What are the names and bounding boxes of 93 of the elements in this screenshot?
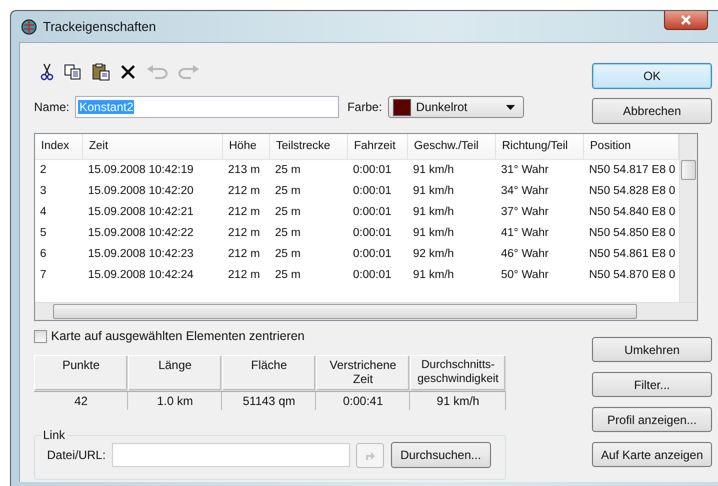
action-button[interactable]: Profil anzeigen... <box>592 407 712 432</box>
selected-text: Konstant2 <box>78 100 134 114</box>
summary-value: 51143 qm <box>222 391 316 410</box>
dropdown-arrow-icon <box>506 104 516 110</box>
table-cell-text: 2 <box>39 163 48 178</box>
checkbox[interactable] <box>34 330 47 342</box>
copy-icon[interactable] <box>64 64 82 80</box>
table-cell-text: 15.09.2008 10:42:20 <box>87 184 195 199</box>
table-cell-text: N50 54.828 E8 0 <box>588 184 676 199</box>
table-cell-text: 0:00:01 <box>352 163 392 178</box>
summary-header: Punkte <box>34 355 128 391</box>
summary-value: 0:00:41 <box>316 391 410 410</box>
table-cell-text: 25 m <box>274 163 302 178</box>
table-cell-text: 25 m <box>274 184 302 199</box>
table-cell-text: 15.09.2008 10:42:22 <box>87 226 195 241</box>
delete-icon[interactable] <box>120 64 136 80</box>
column-header[interactable]: Richtung/Teil <box>496 134 584 159</box>
table-cell-text: 15.09.2008 10:42:19 <box>87 163 195 178</box>
summary-header: Durchschnitts-geschwindigkeit <box>410 355 506 391</box>
table-cell-text: 25 m <box>274 247 302 262</box>
table-cell-text: N50 54.817 E8 0 <box>588 163 676 178</box>
color-label: Farbe: <box>347 100 382 114</box>
close-button[interactable] <box>664 11 708 30</box>
table-cell-text: 212 m <box>227 226 261 241</box>
table-cell-text: 0:00:01 <box>352 226 392 241</box>
table-cell-text: 0:00:01 <box>352 247 392 262</box>
table-cell-text: 92 km/h <box>412 247 455 262</box>
ok-button[interactable]: OK <box>592 63 712 89</box>
table-cell-text: 212 m <box>227 184 261 199</box>
column-header[interactable]: Teilstrecke <box>270 134 348 159</box>
column-header[interactable]: Fahrzeit <box>348 134 408 159</box>
summary-header: Länge <box>128 355 222 391</box>
group-title: Link <box>42 428 66 442</box>
table-cell-text: 34° Wahr <box>500 184 550 199</box>
table-cell-text: 212 m <box>227 268 261 283</box>
column-header[interactable]: Zeit <box>83 134 223 159</box>
table-cell-text: 31° Wahr <box>500 163 550 178</box>
table-cell-text: N50 54.870 E8 0 <box>588 268 676 283</box>
checkbox-label[interactable]: Karte auf ausgewählten Elementen zentrieren <box>51 329 305 343</box>
table-cell-text: 7 <box>39 268 48 283</box>
column-header[interactable]: Höhe <box>223 134 270 159</box>
table-cell-text: 15.09.2008 10:42:23 <box>87 247 195 262</box>
color-dropdown[interactable]: Dunkelrot <box>388 96 524 118</box>
summary-header: Verstrichene Zeit <box>316 355 410 391</box>
summary-header: Fläche <box>222 355 316 391</box>
scissors-icon[interactable] <box>40 63 54 81</box>
action-button[interactable]: Filter... <box>592 372 712 397</box>
action-button[interactable]: Umkehren <box>592 337 712 362</box>
table-cell-text: 25 m <box>274 205 302 220</box>
column-header[interactable]: Index <box>35 134 83 159</box>
summary-value: 91 km/h <box>410 391 506 410</box>
url-field[interactable] <box>112 443 350 467</box>
url-label: Datei/URL: <box>47 448 106 462</box>
table-cell-text: 3 <box>39 184 48 199</box>
table-cell-text: 15.09.2008 10:42:24 <box>87 268 195 283</box>
table-cell-text: 0:00:01 <box>352 268 392 283</box>
clipboard-icon[interactable] <box>92 63 110 81</box>
column-header[interactable]: Geschw./Teil <box>408 134 496 159</box>
table-cell-text: 25 m <box>274 268 302 283</box>
table-cell-text: 15.09.2008 10:42:21 <box>87 205 195 220</box>
table-cell-text: 6 <box>39 247 48 262</box>
table-cell-text: 212 m <box>227 247 261 262</box>
table-cell-text: 91 km/h <box>412 163 455 178</box>
table-cell-text: 50° Wahr <box>500 268 550 283</box>
browse-button[interactable]: Durchsuchen... <box>390 442 491 468</box>
summary-value: 42 <box>34 391 128 410</box>
table-cell-text: 41° Wahr <box>500 226 550 241</box>
action-button[interactable]: Auf Karte anzeigen <box>592 442 712 467</box>
globe-icon <box>21 18 37 34</box>
close-icon <box>680 15 692 25</box>
table-cell-text: 0:00:01 <box>352 184 392 199</box>
table-cell-text: 4 <box>39 205 48 220</box>
table-cell-text: 91 km/h <box>412 205 455 220</box>
vertical-scrollbar[interactable] <box>679 134 697 302</box>
table-cell-text: 0:00:01 <box>352 205 392 220</box>
table-cell-text: 37° Wahr <box>500 205 550 220</box>
table-cell-text: 5 <box>39 226 48 241</box>
table-cell-text: N50 54.850 E8 0 <box>588 226 676 241</box>
table-cell-text: 25 m <box>274 226 302 241</box>
table-cell-text: 46° Wahr <box>500 247 550 262</box>
summary-value: 1.0 km <box>128 391 222 410</box>
table-cell-text: 212 m <box>227 205 261 220</box>
table-cell-text: 91 km/h <box>412 184 455 199</box>
arrow-icon <box>364 449 376 461</box>
table-cell-text: N50 54.840 E8 0 <box>588 205 676 220</box>
table-cell-text: 91 km/h <box>412 268 455 283</box>
name-label: Name: <box>34 100 70 114</box>
table-cell-text: 91 km/h <box>412 226 455 241</box>
table-cell-text: N50 54.861 E8 0 <box>588 247 676 262</box>
window-title: Trackeigenschaften <box>43 19 156 34</box>
cancel-button[interactable]: Abbrechen <box>592 98 712 124</box>
table-cell-text: 213 m <box>227 163 261 178</box>
horizontal-scrollbar[interactable] <box>35 302 697 320</box>
